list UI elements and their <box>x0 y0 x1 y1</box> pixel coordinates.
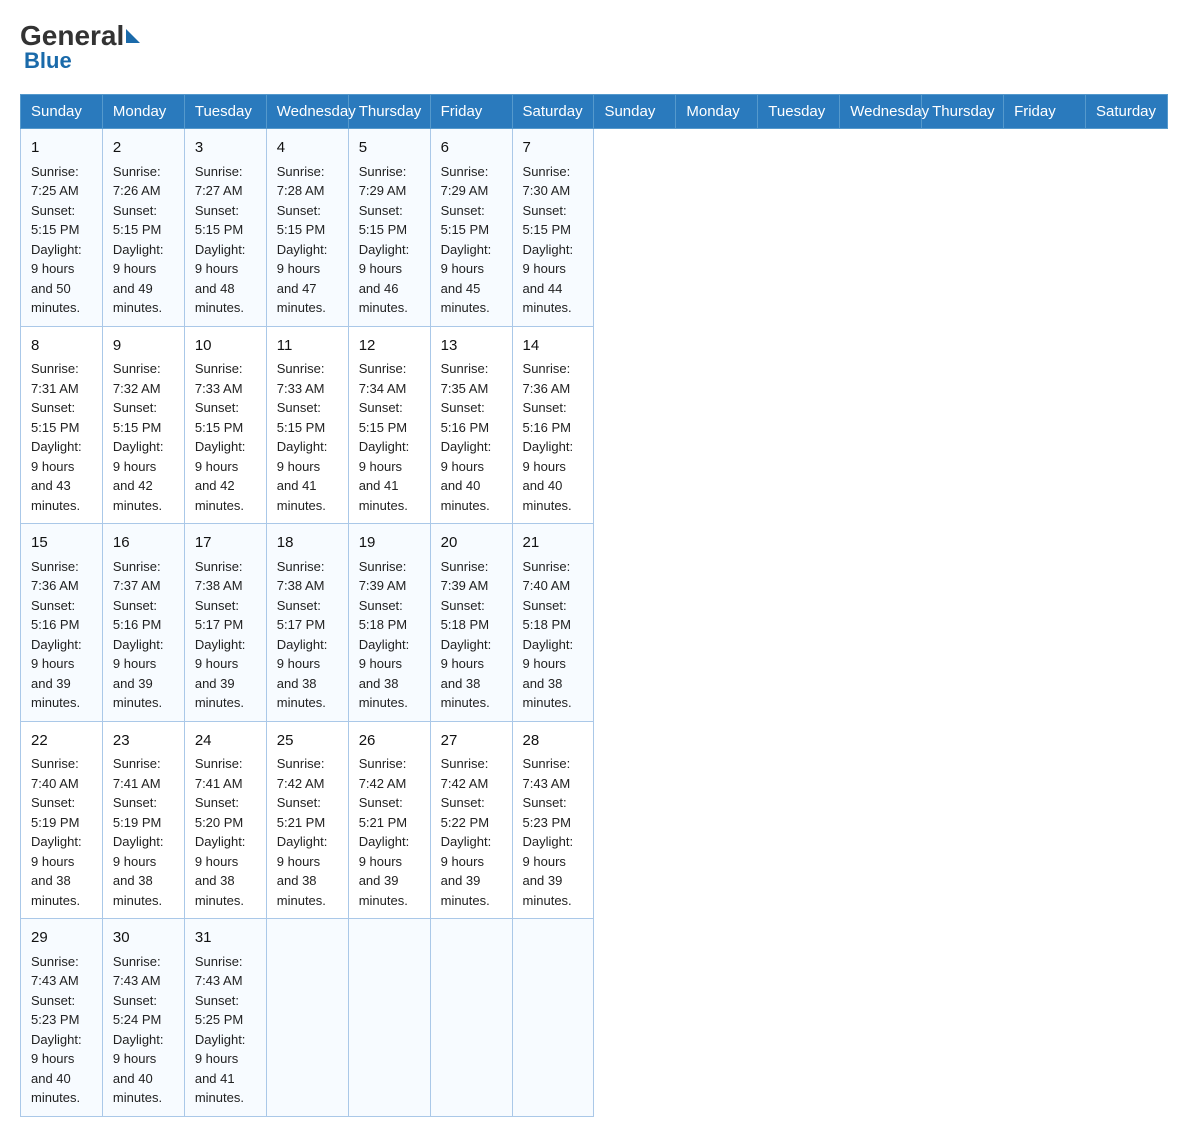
day-number: 21 <box>523 532 584 555</box>
calendar-week-row: 1Sunrise: 7:25 AMSunset: 5:15 PMDaylight… <box>21 129 1168 327</box>
logo: General Blue <box>20 20 142 74</box>
calendar-cell: 23Sunrise: 7:41 AMSunset: 5:19 PMDayligh… <box>102 721 184 919</box>
logo-blue-text: Blue <box>24 48 72 74</box>
calendar-cell: 3Sunrise: 7:27 AMSunset: 5:15 PMDaylight… <box>184 129 266 327</box>
day-number: 24 <box>195 730 256 753</box>
calendar-cell: 4Sunrise: 7:28 AMSunset: 5:15 PMDaylight… <box>266 129 348 327</box>
day-number: 25 <box>277 730 338 753</box>
calendar-cell: 16Sunrise: 7:37 AMSunset: 5:16 PMDayligh… <box>102 524 184 722</box>
day-number: 15 <box>31 532 92 555</box>
calendar-week-row: 22Sunrise: 7:40 AMSunset: 5:19 PMDayligh… <box>21 721 1168 919</box>
calendar-cell <box>348 919 430 1117</box>
calendar-cell: 11Sunrise: 7:33 AMSunset: 5:15 PMDayligh… <box>266 326 348 524</box>
calendar-cell: 28Sunrise: 7:43 AMSunset: 5:23 PMDayligh… <box>512 721 594 919</box>
header-day-thursday: Thursday <box>922 95 1004 129</box>
day-number: 9 <box>113 335 174 358</box>
calendar-cell: 31Sunrise: 7:43 AMSunset: 5:25 PMDayligh… <box>184 919 266 1117</box>
calendar-header-row: SundayMondayTuesdayWednesdayThursdayFrid… <box>21 95 1168 129</box>
calendar-cell: 22Sunrise: 7:40 AMSunset: 5:19 PMDayligh… <box>21 721 103 919</box>
calendar-cell: 7Sunrise: 7:30 AMSunset: 5:15 PMDaylight… <box>512 129 594 327</box>
calendar-week-row: 8Sunrise: 7:31 AMSunset: 5:15 PMDaylight… <box>21 326 1168 524</box>
day-number: 18 <box>277 532 338 555</box>
calendar-week-row: 29Sunrise: 7:43 AMSunset: 5:23 PMDayligh… <box>21 919 1168 1117</box>
calendar-cell <box>266 919 348 1117</box>
day-number: 13 <box>441 335 502 358</box>
header-day-tuesday: Tuesday <box>758 95 840 129</box>
calendar-cell: 29Sunrise: 7:43 AMSunset: 5:23 PMDayligh… <box>21 919 103 1117</box>
day-number: 27 <box>441 730 502 753</box>
calendar-cell: 26Sunrise: 7:42 AMSunset: 5:21 PMDayligh… <box>348 721 430 919</box>
calendar-cell: 8Sunrise: 7:31 AMSunset: 5:15 PMDaylight… <box>21 326 103 524</box>
calendar-cell: 27Sunrise: 7:42 AMSunset: 5:22 PMDayligh… <box>430 721 512 919</box>
day-number: 14 <box>523 335 584 358</box>
calendar-cell <box>512 919 594 1117</box>
page-header: General Blue <box>20 20 1168 74</box>
header-saturday: Saturday <box>512 95 594 129</box>
calendar-cell: 21Sunrise: 7:40 AMSunset: 5:18 PMDayligh… <box>512 524 594 722</box>
calendar-cell: 10Sunrise: 7:33 AMSunset: 5:15 PMDayligh… <box>184 326 266 524</box>
calendar-cell: 12Sunrise: 7:34 AMSunset: 5:15 PMDayligh… <box>348 326 430 524</box>
calendar-cell: 18Sunrise: 7:38 AMSunset: 5:17 PMDayligh… <box>266 524 348 722</box>
header-day-wednesday: Wednesday <box>840 95 922 129</box>
calendar-cell: 9Sunrise: 7:32 AMSunset: 5:15 PMDaylight… <box>102 326 184 524</box>
day-number: 29 <box>31 927 92 950</box>
header-day-monday: Monday <box>676 95 758 129</box>
calendar-cell: 13Sunrise: 7:35 AMSunset: 5:16 PMDayligh… <box>430 326 512 524</box>
calendar-cell: 2Sunrise: 7:26 AMSunset: 5:15 PMDaylight… <box>102 129 184 327</box>
header-sunday: Sunday <box>21 95 103 129</box>
day-number: 20 <box>441 532 502 555</box>
calendar-table: SundayMondayTuesdayWednesdayThursdayFrid… <box>20 94 1168 1117</box>
header-day-sunday: Sunday <box>594 95 676 129</box>
day-number: 10 <box>195 335 256 358</box>
day-number: 6 <box>441 137 502 160</box>
day-number: 8 <box>31 335 92 358</box>
header-wednesday: Wednesday <box>266 95 348 129</box>
calendar-cell: 24Sunrise: 7:41 AMSunset: 5:20 PMDayligh… <box>184 721 266 919</box>
calendar-cell: 19Sunrise: 7:39 AMSunset: 5:18 PMDayligh… <box>348 524 430 722</box>
calendar-cell: 17Sunrise: 7:38 AMSunset: 5:17 PMDayligh… <box>184 524 266 722</box>
day-number: 31 <box>195 927 256 950</box>
day-number: 26 <box>359 730 420 753</box>
calendar-cell: 30Sunrise: 7:43 AMSunset: 5:24 PMDayligh… <box>102 919 184 1117</box>
day-number: 11 <box>277 335 338 358</box>
calendar-cell: 5Sunrise: 7:29 AMSunset: 5:15 PMDaylight… <box>348 129 430 327</box>
day-number: 16 <box>113 532 174 555</box>
header-day-saturday: Saturday <box>1085 95 1167 129</box>
calendar-cell: 14Sunrise: 7:36 AMSunset: 5:16 PMDayligh… <box>512 326 594 524</box>
day-number: 30 <box>113 927 174 950</box>
day-number: 4 <box>277 137 338 160</box>
header-day-friday: Friday <box>1004 95 1086 129</box>
calendar-cell: 6Sunrise: 7:29 AMSunset: 5:15 PMDaylight… <box>430 129 512 327</box>
logo-arrow-icon <box>126 29 140 43</box>
day-number: 7 <box>523 137 584 160</box>
day-number: 17 <box>195 532 256 555</box>
day-number: 5 <box>359 137 420 160</box>
day-number: 22 <box>31 730 92 753</box>
day-number: 28 <box>523 730 584 753</box>
calendar-week-row: 15Sunrise: 7:36 AMSunset: 5:16 PMDayligh… <box>21 524 1168 722</box>
header-tuesday: Tuesday <box>184 95 266 129</box>
calendar-cell: 20Sunrise: 7:39 AMSunset: 5:18 PMDayligh… <box>430 524 512 722</box>
day-number: 23 <box>113 730 174 753</box>
header-thursday: Thursday <box>348 95 430 129</box>
header-friday: Friday <box>430 95 512 129</box>
day-number: 19 <box>359 532 420 555</box>
calendar-cell: 1Sunrise: 7:25 AMSunset: 5:15 PMDaylight… <box>21 129 103 327</box>
day-number: 3 <box>195 137 256 160</box>
day-number: 12 <box>359 335 420 358</box>
day-number: 1 <box>31 137 92 160</box>
calendar-cell <box>430 919 512 1117</box>
header-monday: Monday <box>102 95 184 129</box>
day-number: 2 <box>113 137 174 160</box>
calendar-cell: 25Sunrise: 7:42 AMSunset: 5:21 PMDayligh… <box>266 721 348 919</box>
calendar-cell: 15Sunrise: 7:36 AMSunset: 5:16 PMDayligh… <box>21 524 103 722</box>
